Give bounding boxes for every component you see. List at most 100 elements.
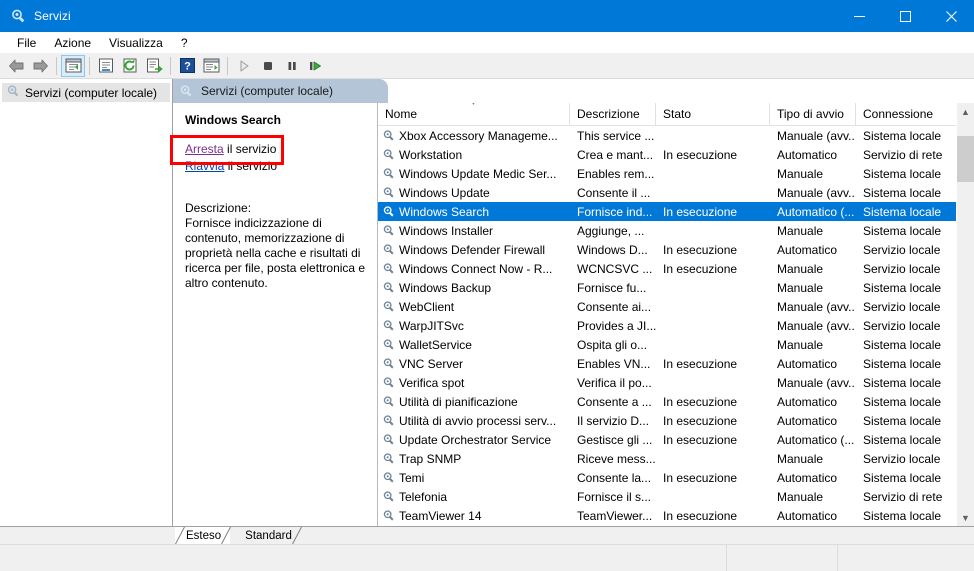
cell-connessione: Sistema locale xyxy=(863,204,942,219)
tab-standard[interactable]: Standard xyxy=(234,527,302,544)
start-service-button[interactable] xyxy=(232,55,256,77)
scroll-up-arrow-icon[interactable]: ▲ xyxy=(957,103,974,120)
cell-stato: In esecuzione xyxy=(663,242,738,257)
result-pane: Servizi (computer locale) Windows Search… xyxy=(170,79,974,526)
forward-button[interactable] xyxy=(28,55,52,77)
service-gear-icon xyxy=(382,129,395,142)
service-gear-icon xyxy=(382,490,395,503)
list-header: Nome ▼ Descrizione Stato Tipo di avvio xyxy=(378,103,956,126)
tab-esteso[interactable]: Esteso xyxy=(175,527,232,544)
sort-chevron-icon: ▼ xyxy=(469,103,479,108)
cell-connessione: Sistema locale xyxy=(863,394,942,409)
back-button[interactable] xyxy=(4,55,28,77)
pane-tab-filler xyxy=(378,79,974,103)
restart-service-link[interactable]: Riavvia xyxy=(185,159,224,173)
table-row[interactable]: Windows Search Fornisce ind... In esecuzio… xyxy=(378,202,956,221)
column-header-label: Stato xyxy=(663,107,692,121)
table-row[interactable]: Verifica spot Verifica il po... Manuale (a… xyxy=(378,373,956,392)
close-button[interactable] xyxy=(928,0,974,32)
table-row[interactable]: Trap SNMP Riceve mess... Manuale Servizio l… xyxy=(378,449,956,468)
table-row[interactable]: Utilità di avvio processi serv... Il serv… xyxy=(378,411,956,430)
service-name-label: Windows Search xyxy=(399,204,490,219)
cell-connessione: Servizio locale xyxy=(863,261,941,276)
toolbar-separator xyxy=(56,56,57,75)
minimize-button[interactable] xyxy=(836,0,882,32)
pane-tab-services-local[interactable]: Servizi (computer locale) xyxy=(173,79,388,103)
properties-button[interactable] xyxy=(94,55,118,77)
cell-connessione: Servizio locale xyxy=(863,451,941,466)
tab-skew-left xyxy=(175,527,185,544)
table-row[interactable]: Windows Update Consente il ... Manuale (av… xyxy=(378,183,956,202)
cell-tipo-avvio: Automatico (... xyxy=(777,204,855,219)
cell-nome: Windows Connect Now - R... xyxy=(378,262,570,276)
cell-descrizione: Fornisce ind... xyxy=(577,204,653,219)
cell-stato: In esecuzione xyxy=(663,261,738,276)
table-row[interactable]: WebClient Consente ai... Manuale (avv... Se… xyxy=(378,297,956,316)
export-list-button[interactable] xyxy=(142,55,166,77)
cell-tipo-avvio: Manuale xyxy=(777,223,824,238)
menu-azione[interactable]: Azione xyxy=(45,34,100,52)
services-list-pane: Nome ▼ Descrizione Stato Tipo di avvio xyxy=(378,103,956,526)
maximize-button[interactable] xyxy=(882,0,928,32)
scrollbar-thumb[interactable] xyxy=(957,135,974,182)
table-row[interactable]: VNC Server Enables VN... In esecuzione Auto… xyxy=(378,354,956,373)
table-row[interactable]: Windows Defender Firewall Windows D... In … xyxy=(378,240,956,259)
service-name-label: Xbox Accessory Manageme... xyxy=(399,128,558,143)
services-row-list[interactable]: Xbox Accessory Manageme... This service .… xyxy=(378,126,956,526)
service-name-label: WalletService xyxy=(399,337,472,352)
table-row[interactable]: Windows Update Medic Ser... Enables rem..… xyxy=(378,164,956,183)
table-row[interactable]: WalletService Ospita gli o... Manuale Siste… xyxy=(378,335,956,354)
toolbar-separator xyxy=(227,56,228,75)
restart-service-button[interactable] xyxy=(304,55,328,77)
stop-service-action[interactable]: Arresta il servizio xyxy=(185,141,367,158)
vertical-scrollbar[interactable]: ▲ ▼ xyxy=(956,103,974,526)
column-header-descrizione[interactable]: Descrizione xyxy=(570,103,656,125)
service-details-pane: Windows Search Arresta il servizio Riavv… xyxy=(170,103,378,526)
table-row[interactable]: Workstation Crea e mant... In esecuzione Au… xyxy=(378,145,956,164)
restart-service-action[interactable]: Riavvia il servizio xyxy=(185,158,367,175)
services-gear-icon xyxy=(10,8,26,24)
service-name-label: Workstation xyxy=(399,147,463,162)
show-hide-tree-button[interactable] xyxy=(61,54,85,77)
service-name-label: Update Orchestrator Service xyxy=(399,432,552,447)
scroll-down-arrow-icon[interactable]: ▼ xyxy=(957,509,974,526)
scrollbar-track[interactable] xyxy=(957,120,974,509)
table-row[interactable]: Utilità di pianificazione Consente a ... I… xyxy=(378,392,956,411)
console-tree-pane: Servizi (computer locale) xyxy=(0,79,173,526)
table-row[interactable]: Temi Consente la... In esecuzione Automatic… xyxy=(378,468,956,487)
menu-help[interactable]: ? xyxy=(172,34,197,52)
table-row[interactable]: TeamViewer 14 TeamViewer... In esecuzione A… xyxy=(378,506,956,525)
cell-descrizione: Verifica il po... xyxy=(577,375,652,390)
column-header-stato[interactable]: Stato xyxy=(656,103,770,125)
cell-nome: WarpJITSvc xyxy=(378,319,570,333)
show-action-pane-button[interactable] xyxy=(199,55,223,77)
pane-tab-label: Servizi (computer locale) xyxy=(201,84,334,98)
stop-service-button[interactable] xyxy=(256,55,280,77)
table-row[interactable]: WarpJITSvc Provides a JI... Manuale (avv..… xyxy=(378,316,956,335)
question-mark-icon[interactable]: ? xyxy=(175,55,199,77)
column-header-nome[interactable]: Nome ▼ xyxy=(378,103,570,125)
table-row[interactable]: Windows Backup Fornisce fu... Manuale Siste… xyxy=(378,278,956,297)
pause-service-button[interactable] xyxy=(280,55,304,77)
menu-bar: File Azione Visualizza ? xyxy=(0,32,974,53)
table-row[interactable]: Xbox Accessory Manageme... This service .… xyxy=(378,126,956,145)
tree-item-services-local[interactable]: Servizi (computer locale) xyxy=(2,83,170,102)
cell-connessione: Sistema locale xyxy=(863,166,942,181)
table-row[interactable]: Telefonia Fornisce il s... Manuale Servizio… xyxy=(378,487,956,506)
cell-tipo-avvio: Automatico xyxy=(777,242,838,257)
table-row[interactable]: Windows Connect Now - R... WCNCSVC ... In … xyxy=(378,259,956,278)
stop-service-link[interactable]: Arresta xyxy=(185,142,224,156)
column-header-label: Descrizione xyxy=(577,107,640,121)
menu-visualizza[interactable]: Visualizza xyxy=(100,34,172,52)
service-gear-icon xyxy=(382,433,395,446)
cell-nome: Windows Defender Firewall xyxy=(378,243,570,257)
column-header-connessione[interactable]: Connessione xyxy=(856,103,956,125)
cell-tipo-avvio: Manuale (avv... xyxy=(777,128,856,143)
table-row[interactable]: Update Orchestrator Service Gestisce gli … xyxy=(378,430,956,449)
cell-connessione: Servizio di rete xyxy=(863,489,943,504)
cell-descrizione: Aggiunge, ... xyxy=(577,223,645,238)
table-row[interactable]: Windows Installer Aggiunge, ... Manuale Sis… xyxy=(378,221,956,240)
menu-file[interactable]: File xyxy=(8,34,45,52)
column-header-tipo-avvio[interactable]: Tipo di avvio xyxy=(770,103,856,125)
refresh-button[interactable] xyxy=(118,55,142,77)
